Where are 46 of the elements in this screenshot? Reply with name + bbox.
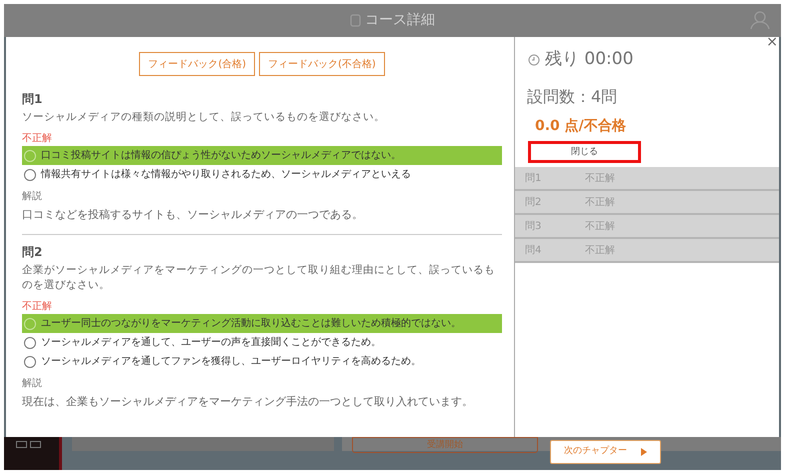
- result-row[interactable]: 問1 不正解: [515, 167, 779, 192]
- rewind-icon[interactable]: [16, 441, 27, 448]
- next-chapter-button[interactable]: 次のチャプター: [550, 440, 661, 464]
- question-count: 設問数：4問: [526, 86, 618, 108]
- close-icon[interactable]: ×: [766, 35, 778, 49]
- row-result: 不正解: [585, 172, 615, 186]
- result-label: 不正解: [22, 132, 53, 146]
- row-question: 問1: [525, 172, 542, 186]
- result-row[interactable]: 問4 不正解: [515, 239, 779, 264]
- radio-button[interactable]: [24, 168, 36, 180]
- row-question: 問3: [525, 220, 542, 234]
- result-label: 不正解: [22, 300, 53, 314]
- question-title: 問2: [22, 244, 44, 261]
- option-text: ソーシャルメディアを通して、ユーザーの声を直接聞くことができるため。: [41, 336, 381, 350]
- radio-button[interactable]: [24, 336, 36, 348]
- option-text: ユーザー同士のつながりをマーケティング活動に取り込むことは難しいため積極的ではない。: [41, 316, 461, 331]
- header-title: コース詳細: [365, 11, 435, 30]
- radio-button[interactable]: [24, 356, 36, 368]
- forward-icon[interactable]: [30, 441, 41, 448]
- remaining-time: 残り 00:00: [545, 48, 634, 71]
- option-text: 口コミ投稿サイトは情報の信ぴょう性がないためソーシャルメディアではない。: [41, 148, 401, 163]
- question-title: 問1: [22, 91, 44, 108]
- option-text: ソーシャルメディアを通してファンを獲得し、ユーザーロイヤリティを高めるため。: [41, 354, 421, 369]
- answer-option[interactable]: ユーザー同士のつながりをマーケティング活動に取り込むことは難しいため積極的ではない。: [22, 314, 502, 333]
- explanation-text: 口コミなどを投稿するサイトも、ソーシャルメディアの一つである。: [22, 208, 364, 222]
- row-question: 問2: [525, 196, 542, 210]
- row-result: 不正解: [585, 220, 615, 234]
- question-text: 企業がソーシャルメディアをマーケティングの一つとして取り組む理由にとして、誤っているものを選びなさい。: [22, 263, 496, 293]
- result-row[interactable]: 問3 不正解: [515, 215, 779, 240]
- result-row[interactable]: 問2 不正解: [515, 191, 779, 216]
- feedback-button[interactable]: フィードバック(不合格): [259, 52, 385, 76]
- close-button[interactable]: 閉じる: [528, 141, 641, 164]
- document-icon: [350, 14, 361, 27]
- row-result: 不正解: [585, 196, 615, 210]
- clock-icon: [528, 54, 540, 66]
- question-text: ソーシャルメディアの種類の説明として、誤っているものを選びなさい。: [22, 110, 386, 125]
- explanation-label: 解説: [22, 190, 43, 204]
- row-result: 不正解: [585, 244, 615, 258]
- explanation-text: 現在は、企業もソーシャルメディアをマーケティング手法の一つとして取り入れています。: [22, 395, 474, 409]
- explanation-label: 解説: [22, 377, 43, 391]
- play-icon: [641, 448, 647, 456]
- feedback-button[interactable]: フィードバック(合格): [139, 52, 255, 76]
- answer-option[interactable]: 口コミ投稿サイトは情報の信ぴょう性がないためソーシャルメディアではない。: [22, 146, 502, 165]
- score-text: 0.0 点/不合格: [534, 116, 627, 136]
- row-question: 問4: [525, 244, 542, 258]
- option-text: 情報共有サイトは様々な情報がやり取りされるため、ソーシャルメディアといえる: [41, 168, 411, 182]
